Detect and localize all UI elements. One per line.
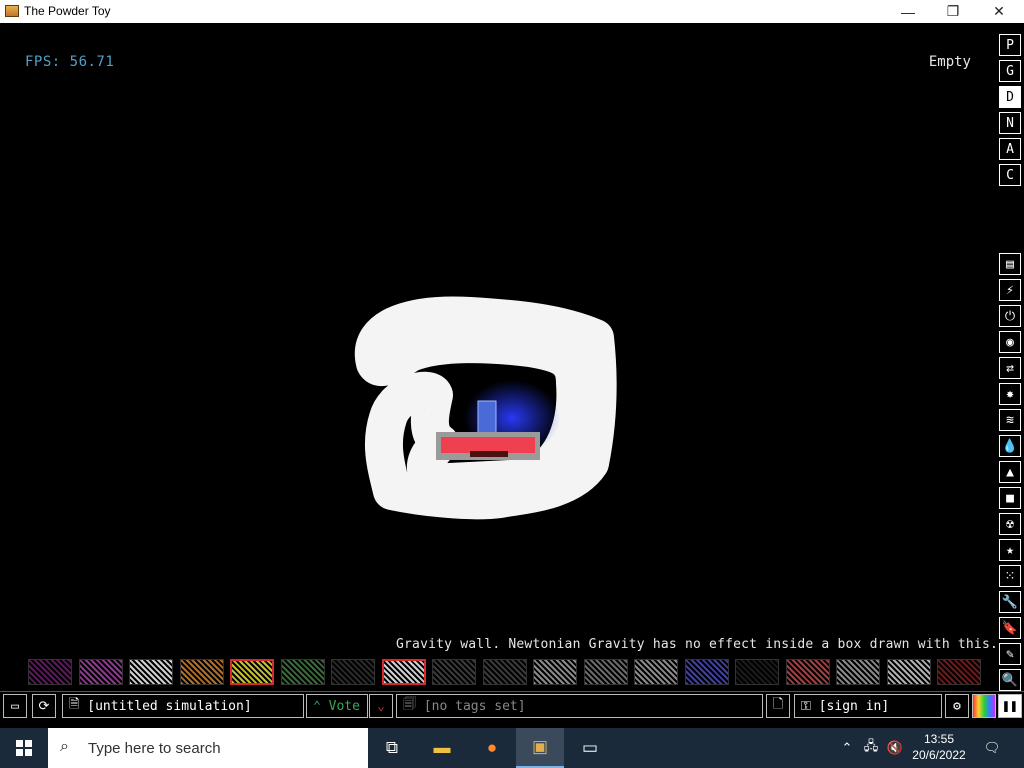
element-button[interactable] — [331, 659, 375, 685]
search-placeholder: Type here to search — [88, 739, 221, 757]
tag-icon: 🗐 — [403, 697, 424, 712]
simulation-canvas[interactable]: FPS: 56.71 Empty — [0, 23, 996, 683]
element-button[interactable] — [634, 659, 678, 685]
decoration-icon[interactable]: ✎ — [999, 643, 1021, 665]
element-button[interactable] — [836, 659, 880, 685]
firefox-icon[interactable]: ● — [468, 728, 516, 768]
search-icon[interactable]: 🔍 — [999, 669, 1021, 691]
element-button[interactable] — [684, 659, 729, 685]
element-button[interactable] — [129, 659, 173, 685]
vote-down-button[interactable]: ⌄ — [369, 694, 393, 718]
taskbar-search-box[interactable]: ⌕ Type here to search — [48, 728, 368, 768]
element-button[interactable] — [937, 659, 981, 685]
key-icon: ⚿ — [801, 698, 819, 714]
start-button[interactable] — [0, 728, 48, 768]
heated-platform — [441, 437, 535, 453]
tools-icon[interactable]: 🔧 — [999, 591, 1021, 613]
solids-icon[interactable]: ■ — [999, 487, 1021, 509]
volume-muted-icon[interactable]: 🔇 — [884, 728, 906, 768]
windows-logo-icon — [16, 740, 32, 756]
element-tooltip: Gravity wall. Newtonian Gravity has no e… — [396, 637, 998, 652]
radioactive-icon[interactable]: ☢ — [999, 513, 1021, 535]
app-icon — [5, 5, 19, 17]
element-button[interactable] — [381, 659, 426, 685]
life-icon[interactable]: ⁙ — [999, 565, 1021, 587]
element-button[interactable] — [735, 659, 779, 685]
element-button[interactable] — [179, 659, 224, 685]
element-button[interactable] — [28, 659, 72, 685]
sensors-icon[interactable]: ◉ — [999, 331, 1021, 353]
show-hidden-icons-icon[interactable]: ⌃ — [838, 728, 856, 768]
element-button[interactable] — [78, 659, 123, 685]
walls-icon[interactable]: ▤ — [999, 253, 1021, 275]
windows-taskbar: ⌕ Type here to search ⧉ ▬ ● ▣ ▭ ⌃ 🖧 🔇 13… — [0, 728, 1024, 768]
terminal-icon[interactable]: ▭ — [566, 728, 614, 768]
sidebar-option-n[interactable]: N — [999, 112, 1021, 134]
window-title: The Powder Toy — [24, 4, 111, 18]
file-explorer-icon[interactable]: ▬ — [418, 728, 466, 768]
new-simulation-icon[interactable]: 🗋 — [766, 694, 790, 718]
taskbar-clock[interactable]: 13:55 20/6/2022 — [907, 731, 971, 763]
clock-time: 13:55 — [923, 732, 955, 746]
open-browser-icon[interactable]: ▭ — [3, 694, 27, 718]
thumb-up-icon: ⌃ — [313, 698, 329, 714]
element-button[interactable] — [482, 659, 527, 685]
electronics-icon[interactable]: ⚡ — [999, 279, 1021, 301]
notifications-icon[interactable]: 🗨 — [980, 728, 1004, 768]
vote-label: Vote — [328, 698, 360, 714]
favorites-icon[interactable]: 🔖 — [999, 617, 1021, 639]
element-button[interactable] — [583, 659, 628, 685]
search-magnifier-icon: ⌕ — [60, 738, 69, 755]
maximize-button[interactable]: ❐ — [930, 0, 976, 23]
powder-toy-taskbar-icon[interactable]: ▣ — [516, 728, 564, 768]
sidebar-option-p[interactable]: P — [999, 34, 1021, 56]
save-title: [untitled simulation] — [87, 698, 252, 714]
explosives-icon[interactable]: ✸ — [999, 383, 1021, 405]
element-button[interactable] — [533, 659, 577, 685]
element-button[interactable] — [230, 659, 274, 685]
close-button[interactable]: ✕ — [976, 0, 1022, 23]
element-button[interactable] — [432, 659, 476, 685]
login-label: [sign in] — [818, 698, 890, 714]
minimize-button[interactable]: — — [885, 0, 931, 23]
sidebar-option-d[interactable]: D — [999, 86, 1021, 108]
save-icon: 🗎 — [69, 697, 88, 712]
login-button[interactable]: ⚿ [sign in] — [794, 694, 942, 718]
sidebar-option-g[interactable]: G — [999, 60, 1021, 82]
special-icon[interactable]: ★ — [999, 539, 1021, 561]
element-button[interactable] — [886, 659, 931, 685]
force-icon[interactable]: ⇄ — [999, 357, 1021, 379]
powered-icon[interactable]: ⏻ — [999, 305, 1021, 327]
vote-up-button[interactable]: ⌃ Vote — [306, 694, 368, 718]
simulation-particles — [354, 296, 617, 520]
reload-icon[interactable]: ⟳ — [32, 694, 56, 718]
element-button[interactable] — [785, 659, 830, 685]
clock-date: 20/6/2022 — [912, 748, 966, 762]
tags-label: [no tags set] — [423, 698, 526, 714]
platform-shadow — [470, 451, 508, 457]
liquids-icon[interactable]: 💧 — [999, 435, 1021, 457]
sidebar-option-c[interactable]: C — [999, 164, 1021, 186]
gases-icon[interactable]: ≋ — [999, 409, 1021, 431]
powders-icon[interactable]: ▲ — [999, 461, 1021, 483]
settings-icon[interactable]: ⚙ — [945, 694, 969, 718]
save-simulation-button[interactable]: 🗎 [untitled simulation] — [62, 694, 304, 718]
task-view-icon[interactable]: ⧉ — [368, 728, 416, 768]
renderer-options-icon[interactable] — [972, 694, 996, 718]
pause-icon[interactable]: ❚❚ — [998, 694, 1022, 718]
sidebar-option-a[interactable]: A — [999, 138, 1021, 160]
element-button[interactable] — [280, 659, 325, 685]
tags-button[interactable]: 🗐 [no tags set] — [396, 694, 763, 718]
network-icon[interactable]: 🖧 — [860, 728, 882, 768]
window-titlebar: The Powder Toy — ❐ ✕ — [0, 0, 1024, 23]
